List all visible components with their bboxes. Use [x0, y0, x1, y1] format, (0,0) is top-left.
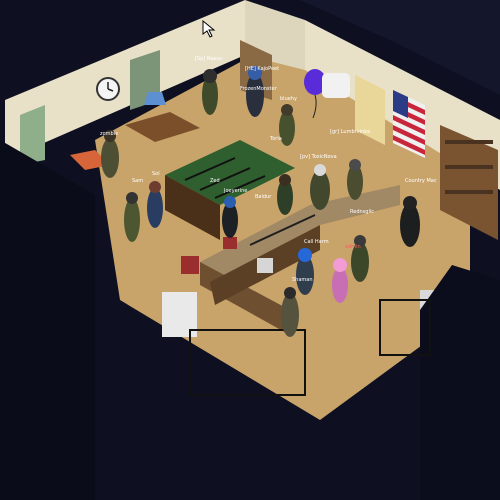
shelf-line: [445, 165, 493, 169]
player-character[interactable]: [296, 248, 314, 295]
player-name-tag: [pv] ToxicNova: [300, 154, 337, 160]
player-character[interactable]: [124, 192, 140, 242]
player-name-tag: Rednsglic: [350, 209, 374, 215]
red-chair: [223, 237, 237, 249]
player-name-tag: bluehy: [280, 96, 297, 102]
player-name-tag: Call Harm: [304, 239, 329, 245]
player-character[interactable]: [277, 174, 293, 215]
player-character[interactable]: [147, 181, 163, 228]
player-name-tag: [gr] Lumbrvinka: [330, 129, 370, 135]
player-name-tag: Sol: [152, 171, 160, 177]
player-character[interactable]: [347, 159, 363, 200]
left-front-wall: [0, 140, 95, 500]
shelf-line: [445, 190, 493, 194]
right-front-wall: [420, 265, 500, 500]
player-character[interactable]: [222, 196, 238, 238]
player-name-tag: [HE] KajoPeet: [245, 66, 279, 72]
player-name-tag: Baldur: [255, 194, 272, 200]
counter-box: [257, 258, 273, 273]
player-name-tag: Zed: [210, 178, 220, 184]
game-viewport[interactable]: [Sp] Nasus [HE] KajoPeet FrozenMonster b…: [0, 0, 500, 500]
player-character[interactable]: [202, 69, 218, 115]
mouse-cursor-icon: [202, 20, 216, 38]
player-character[interactable]: [332, 258, 348, 303]
player-name-tag: Sam: [132, 178, 143, 184]
player-name-tag: admin: [345, 244, 361, 250]
wall-clock-icon: [96, 77, 120, 101]
player-name-tag: FrozenMonster: [240, 86, 278, 92]
player-name-tag: [Sp] Nasus: [195, 56, 222, 62]
wall-sign: [322, 73, 350, 98]
red-chair: [181, 256, 199, 274]
player-name-tag: Shaman: [292, 277, 313, 283]
player-name-tag: Toria: [269, 136, 282, 142]
player-name-tag: zombie: [100, 131, 118, 137]
player-name-tag: Joeyerine: [223, 188, 247, 194]
shelf-line: [445, 140, 493, 144]
player-name-tag: Country Mac: [405, 178, 437, 184]
